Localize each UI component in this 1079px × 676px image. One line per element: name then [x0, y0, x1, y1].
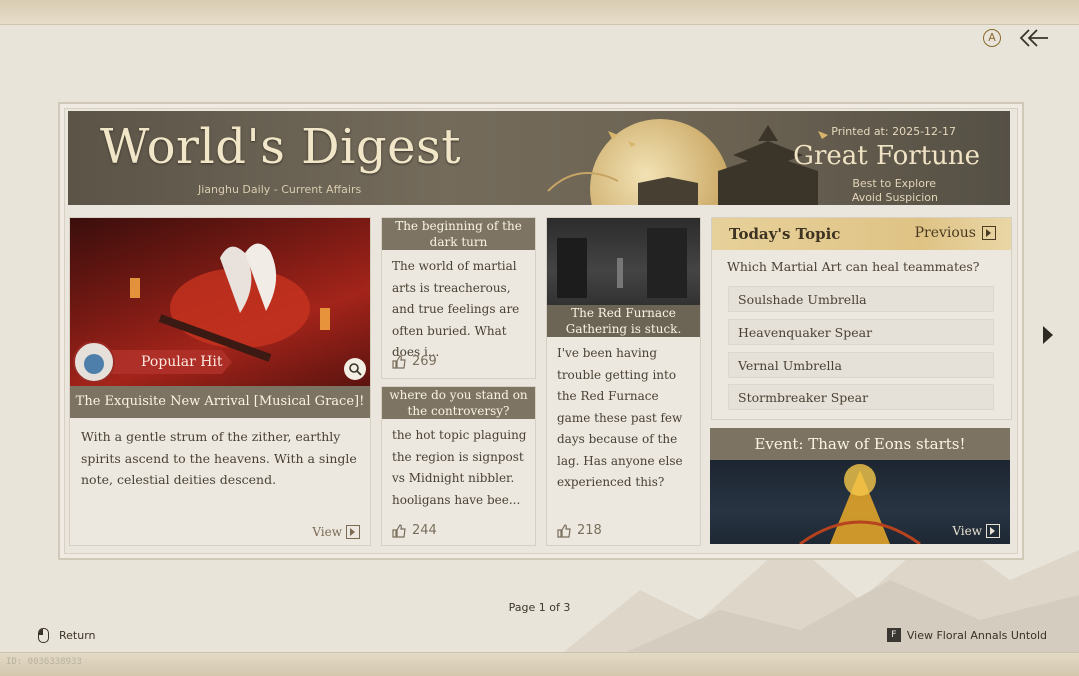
previous-topic-button[interactable]: Previous [915, 225, 996, 241]
featured-article-description: With a gentle strum of the zither, earth… [81, 429, 357, 487]
top-right-controls: A [983, 28, 1049, 48]
post-title-2: where do you stand on the controversy? [382, 387, 535, 419]
digest-title: World's Digest [100, 119, 461, 175]
view-arrow-icon [346, 525, 360, 539]
post-likes-2[interactable]: 244 [392, 523, 437, 538]
return-label: Return [59, 629, 96, 642]
back-arrow-icon[interactable] [1019, 28, 1049, 48]
thumbs-up-icon [392, 523, 406, 538]
fortune-advice-good: Best to Explore [852, 177, 936, 190]
featured-article-title: The Exquisite New Arrival [Musical Grace… [70, 386, 370, 418]
featured-article-card[interactable]: Popular Hit The Exquisite New Arrival [M… [69, 217, 371, 546]
previous-label: Previous [914, 225, 976, 241]
topic-option-4[interactable]: Stormbreaker Spear [728, 384, 994, 410]
post-card-1[interactable]: The beginning of the dark turn The world… [381, 217, 536, 379]
key-f-icon: F [886, 628, 901, 642]
event-card[interactable]: Event: Thaw of Eons starts! View [710, 428, 1010, 544]
like-count: 269 [412, 354, 437, 369]
post-card-2[interactable]: where do you stand on the controversy? t… [381, 386, 536, 546]
next-page-arrow-icon[interactable] [1043, 326, 1053, 344]
floral-annals-button[interactable]: F View Floral Annals Untold [886, 628, 1047, 642]
topic-option-1[interactable]: Soulshade Umbrella [728, 286, 994, 312]
topic-question: Which Martial Art can heal teammates? [727, 259, 980, 274]
magnify-icon[interactable] [344, 358, 366, 380]
post-body-3: I've been having trouble getting into th… [557, 346, 683, 489]
event-title: Event: Thaw of Eons starts! [710, 428, 1010, 460]
post-body-1: The world of martial arts is treacherous… [392, 259, 520, 359]
post-card-3[interactable]: The Red Furnace Gathering is stuck. I've… [546, 217, 701, 546]
printed-date: Printed at: 2025-12-17 [831, 125, 956, 138]
fortune-advice-bad: Avoid Suspicion [851, 191, 938, 204]
post-image-3 [547, 218, 700, 305]
post-body-2: the hot topic plaguing the region is sig… [392, 428, 527, 507]
post-likes-1[interactable]: 269 [392, 354, 437, 369]
page-indicator: Page 1 of 3 [508, 601, 571, 614]
user-id: ID: 0036338933 [6, 657, 82, 667]
like-count: 218 [577, 523, 602, 538]
topic-option-3[interactable]: Vernal Umbrella [728, 352, 994, 378]
mouse-icon [38, 628, 49, 643]
top-decorative-border [0, 0, 1079, 25]
post-title-1: The beginning of the dark turn [382, 218, 535, 250]
topic-header: Today's Topic Previous [712, 218, 1011, 250]
post-likes-3[interactable]: 218 [557, 523, 602, 538]
like-count: 244 [412, 523, 437, 538]
topic-option-2[interactable]: Heavenquaker Spear [728, 319, 994, 345]
floral-annals-label: View Floral Annals Untold [906, 628, 1047, 642]
topic-title: Today's Topic [729, 225, 841, 243]
post-title-3: The Red Furnace Gathering is stuck. [547, 305, 700, 337]
return-button[interactable]: Return [38, 628, 96, 643]
digest-banner: World's Digest Jianghu Daily - Current A… [68, 111, 1010, 205]
todays-topic-panel: Today's Topic Previous Which Martial Art… [711, 217, 1012, 420]
featured-view-label: View [312, 525, 342, 539]
featured-article-image: Popular Hit [70, 218, 370, 386]
event-view-button[interactable]: View [952, 524, 1000, 538]
currency-a-icon[interactable]: A [983, 29, 1001, 47]
view-arrow-icon [986, 524, 1000, 538]
thumbs-up-icon [392, 354, 406, 369]
popular-hit-label: Popular Hit [141, 354, 223, 370]
featured-view-button[interactable]: View [312, 525, 360, 539]
thumbs-up-icon [557, 523, 571, 538]
pagoda-illustration [547, 125, 828, 205]
event-view-label: View [952, 524, 982, 538]
popular-hit-badge: Popular Hit [72, 341, 232, 383]
bottom-decorative-border [0, 652, 1079, 676]
digest-subtitle: Jianghu Daily - Current Affairs [198, 183, 362, 196]
previous-arrow-icon [982, 226, 996, 240]
fortune-title: Great Fortune [793, 141, 980, 171]
